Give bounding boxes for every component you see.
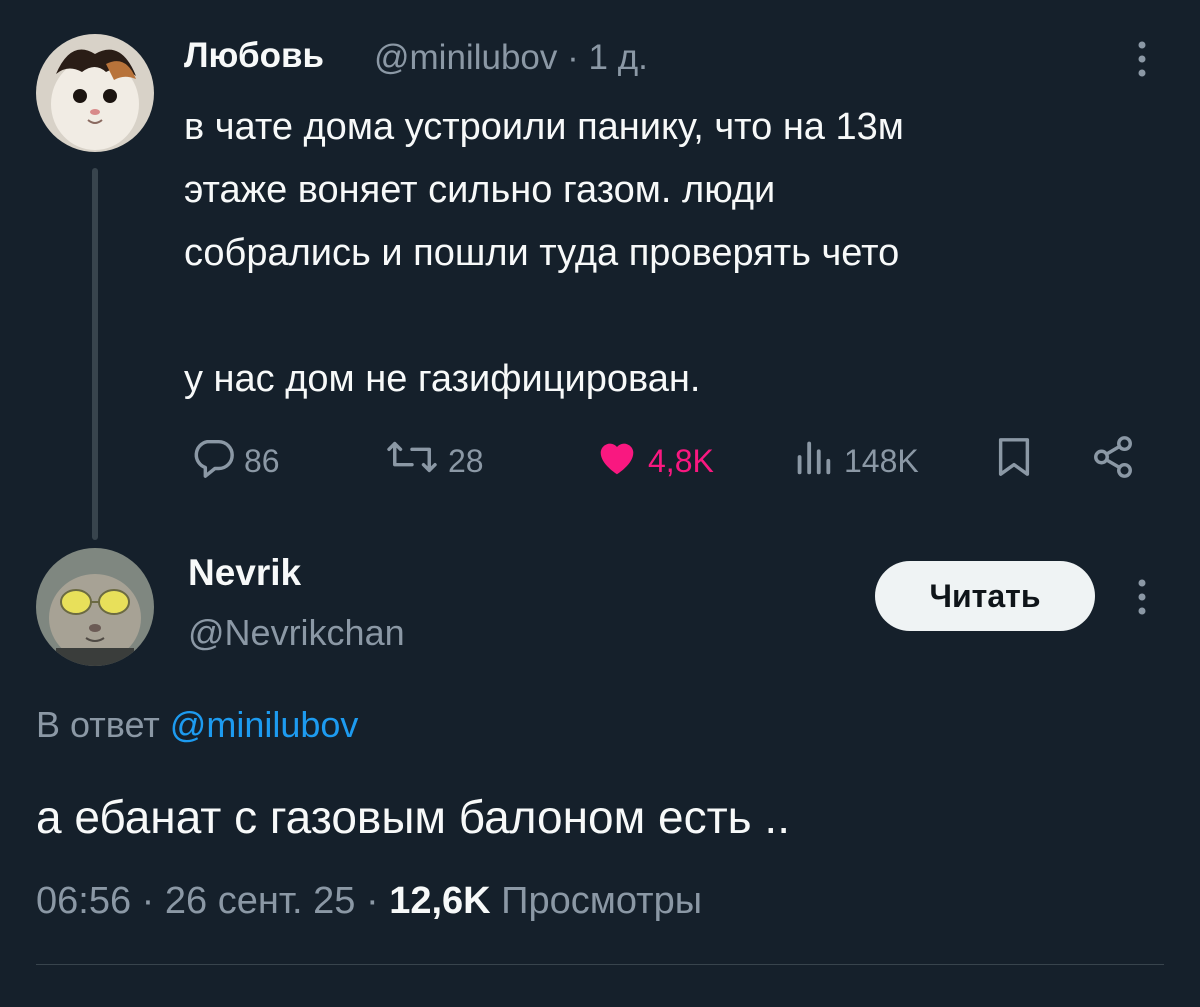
more-icon[interactable] bbox=[1130, 576, 1154, 618]
reply-action[interactable]: 86 bbox=[190, 434, 280, 488]
footer-separator: · bbox=[141, 880, 165, 922]
reply-icon bbox=[190, 434, 236, 488]
thread-connector-line bbox=[92, 168, 98, 540]
tweet-actions: 86 28 4,8K 148K bbox=[0, 432, 1200, 482]
reply-views-label: Просмотры bbox=[501, 880, 703, 922]
reply-author-handle[interactable]: @Nevrikchan bbox=[188, 612, 405, 654]
like-action[interactable]: 4,8K bbox=[594, 434, 714, 488]
author-name[interactable]: Любовь bbox=[184, 36, 324, 76]
reply-count: 86 bbox=[244, 442, 280, 479]
follow-button[interactable]: Читать bbox=[875, 561, 1095, 631]
like-count: 4,8K bbox=[648, 442, 714, 479]
reply-text: а ебанат с газовым балоном есть .. bbox=[36, 791, 790, 843]
views-icon bbox=[790, 434, 836, 488]
in-reply-to: В ответ @minilubov bbox=[36, 704, 358, 746]
avatar-author-1[interactable] bbox=[36, 34, 154, 152]
in-reply-to-mention[interactable]: @minilubov bbox=[170, 704, 359, 745]
reply-time[interactable]: 06:56 bbox=[36, 880, 131, 922]
divider bbox=[36, 964, 1164, 965]
author-handle[interactable]: @minilubov bbox=[374, 38, 557, 77]
heart-icon bbox=[594, 434, 640, 488]
views-action[interactable]: 148K bbox=[790, 434, 919, 488]
more-icon[interactable] bbox=[1130, 38, 1154, 80]
avatar-author-2[interactable] bbox=[36, 548, 154, 666]
meta-separator: · bbox=[567, 38, 589, 77]
repost-count: 28 bbox=[448, 442, 484, 479]
views-count: 148K bbox=[844, 442, 919, 479]
in-reply-to-prefix: В ответ bbox=[36, 704, 160, 745]
reply-date[interactable]: 26 сент. 25 bbox=[165, 880, 356, 922]
author-meta: @minilubov · 1 д. bbox=[374, 38, 648, 78]
share-icon[interactable] bbox=[1090, 434, 1136, 480]
repost-action[interactable]: 28 bbox=[384, 434, 484, 488]
reply-views-count[interactable]: 12,6K bbox=[389, 880, 490, 922]
repost-icon bbox=[384, 434, 440, 488]
bookmark-icon[interactable] bbox=[994, 436, 1034, 478]
reply-author-name[interactable]: Nevrik bbox=[188, 552, 301, 594]
footer-separator: · bbox=[365, 880, 390, 922]
tweet-text: в чате дома устроили панику, что на 13м … bbox=[184, 106, 904, 400]
tweet-time[interactable]: 1 д. bbox=[589, 38, 648, 77]
reply-footer: 06:56 · 26 сент. 25 · 12,6K Просмотры bbox=[36, 880, 702, 923]
